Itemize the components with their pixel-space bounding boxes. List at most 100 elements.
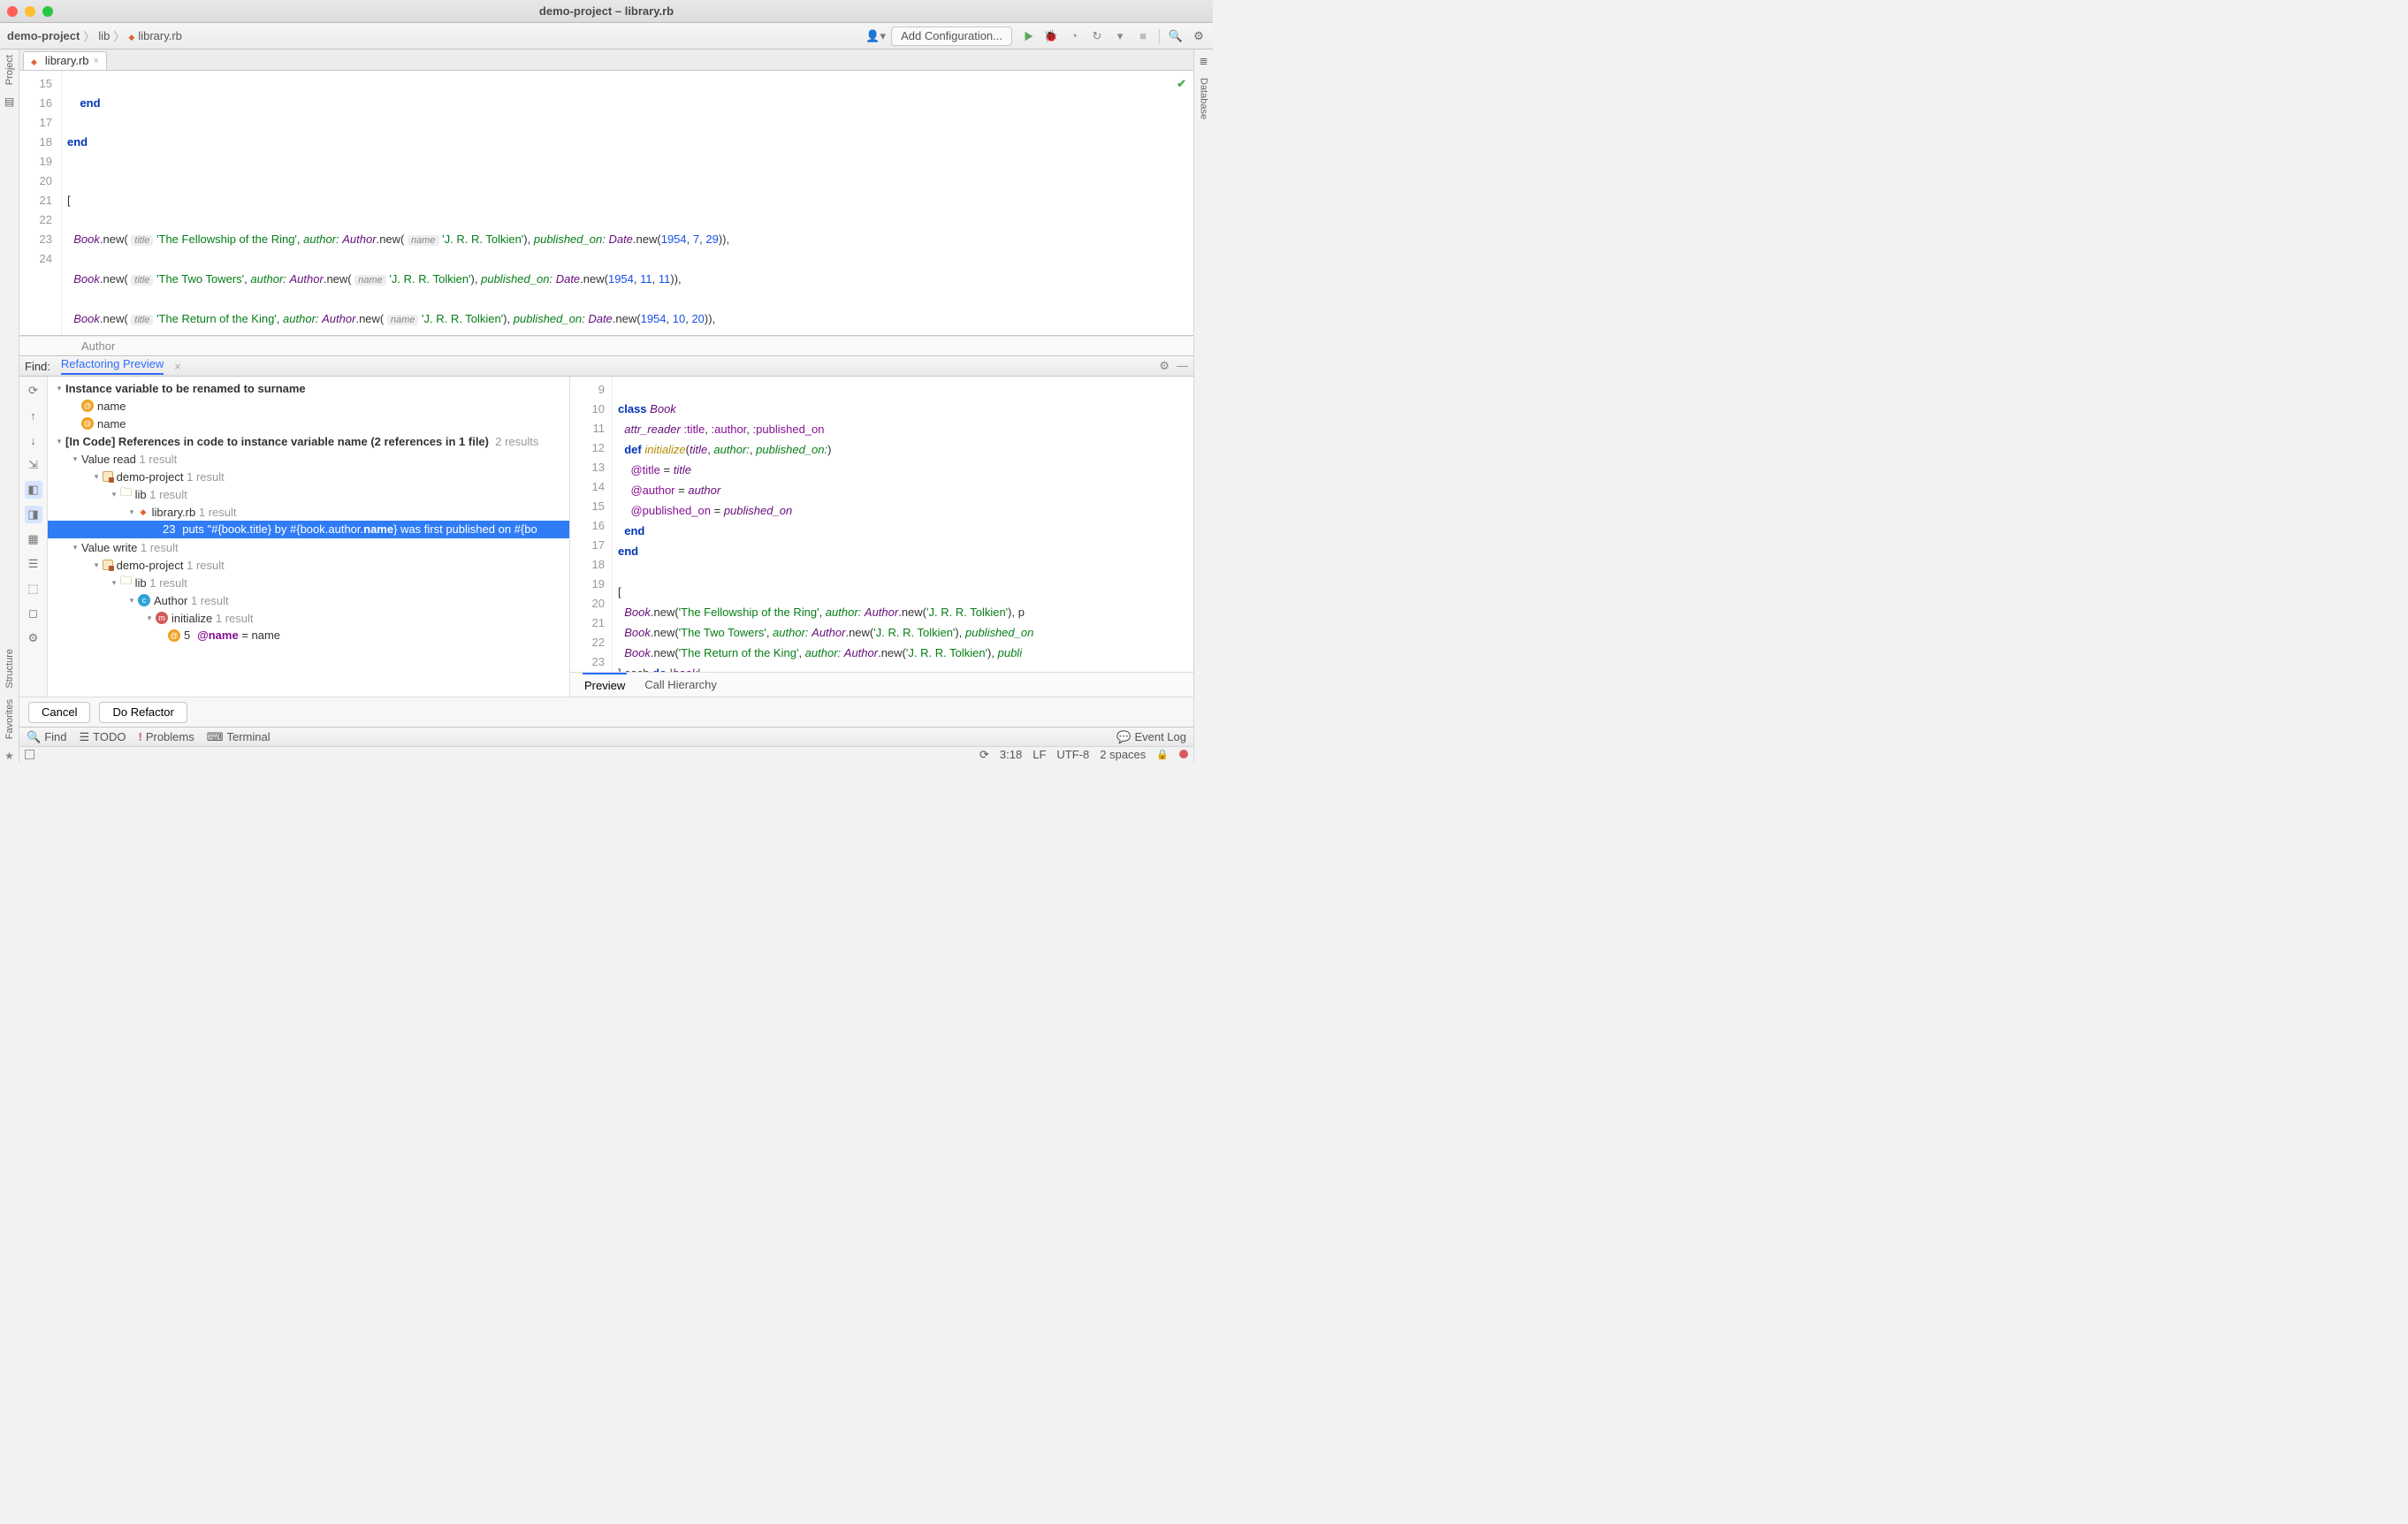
preview-tab[interactable]: Preview: [583, 673, 627, 697]
project-files-icon[interactable]: ▤: [4, 95, 14, 108]
debug-icon[interactable]: 🐞: [1044, 29, 1058, 43]
editor-gutter: 15161718192021222324: [19, 71, 62, 335]
tree-project-write[interactable]: demo-project: [117, 559, 184, 572]
favorites-tool-window-button[interactable]: Favorites: [4, 699, 15, 739]
tree-lib-write[interactable]: lib: [135, 576, 147, 590]
refactoring-preview-tab[interactable]: Refactoring Preview: [61, 357, 164, 375]
folder-icon: 🗀: [120, 484, 132, 504]
run-targets-dropdown[interactable]: ▾: [1113, 29, 1127, 43]
breadcrumb: demo-project 〉 lib 〉 library.rb: [7, 27, 182, 44]
group-by-module-icon[interactable]: ◧: [25, 481, 42, 499]
find-settings-icon[interactable]: ⚙: [1159, 359, 1170, 373]
breadcrumb-folder[interactable]: lib: [98, 29, 110, 42]
editor[interactable]: 15161718192021222324 ✔ end end [ Book.ne…: [19, 71, 1193, 336]
settings-icon[interactable]: ⚙: [1192, 29, 1206, 43]
tree-file-read[interactable]: library.rb: [152, 506, 196, 519]
usages-tree[interactable]: ▾Instance variable to be renamed to surn…: [48, 377, 569, 697]
indent-setting[interactable]: 2 spaces: [1100, 748, 1146, 761]
find-toolbar: ⟳ ↑ ↓ ⇲ ◧ ◨ ▦ ☰ ⬚ ◻ ⚙: [19, 377, 48, 697]
tree-author-class[interactable]: Author: [154, 594, 187, 607]
structure-tool-window-button[interactable]: Structure: [4, 649, 15, 689]
favorites-icon: ★: [4, 750, 14, 762]
tool-settings-icon[interactable]: ⚙: [25, 629, 42, 647]
tree-value-write[interactable]: Value write: [81, 541, 137, 554]
project-icon: [103, 471, 113, 482]
tree-lib-read[interactable]: lib: [135, 488, 147, 501]
folder-icon: 🗀: [120, 573, 132, 592]
expand-all-icon[interactable]: ⇲: [25, 456, 42, 474]
tree-initialize-method[interactable]: initialize: [171, 612, 212, 625]
ruby-file-icon: ◆: [138, 507, 149, 517]
find-panel-header: Find: Refactoring Preview × ⚙ —: [19, 355, 1193, 377]
editor-tabs: library.rb ×: [19, 50, 1193, 71]
user-switcher-icon[interactable]: 👤▾: [865, 29, 886, 43]
event-log-button[interactable]: 💬 Event Log: [1116, 730, 1186, 744]
tree-name-item-2[interactable]: name: [97, 417, 126, 431]
tree-project-read[interactable]: demo-project: [117, 470, 184, 484]
navigate-up-icon[interactable]: ↑: [25, 407, 42, 424]
filter-icon[interactable]: ☰: [25, 555, 42, 573]
sync-icon[interactable]: ⟳: [979, 748, 989, 762]
preview-code[interactable]: class Book attr_reader :title, :author, …: [613, 377, 1193, 672]
tool-window-quick-access-icon[interactable]: [25, 750, 34, 759]
inspection-ok-icon[interactable]: ✔: [1177, 74, 1186, 94]
coverage-icon[interactable]: ◔: [1067, 29, 1081, 42]
rerun-icon[interactable]: ⟳: [25, 382, 42, 400]
project-tool-window-button[interactable]: Project: [4, 55, 15, 85]
line-separator[interactable]: LF: [1033, 748, 1046, 761]
footer-bar: ⟳ 3:18 LF UTF-8 2 spaces 🔒: [19, 746, 1193, 762]
ruby-file-icon: [31, 54, 41, 67]
terminal-tool-window-button[interactable]: ⌨ Terminal: [207, 730, 271, 744]
run-icon[interactable]: [1021, 30, 1035, 42]
profiler-icon[interactable]: ↻: [1090, 29, 1104, 43]
close-window-icon[interactable]: [7, 6, 18, 17]
window-titlebar: demo-project – library.rb: [0, 0, 1213, 23]
preview-usages-icon[interactable]: ▦: [25, 530, 42, 548]
refactor-button-bar: Cancel Do Refactor: [19, 697, 1193, 727]
group-by-usage-icon[interactable]: ◨: [25, 506, 42, 523]
tree-name-item-1[interactable]: name: [97, 400, 126, 413]
minimize-window-icon[interactable]: [25, 6, 35, 17]
close-preview-tab-icon[interactable]: ×: [174, 360, 181, 373]
left-tool-strip: Project ▤ Structure Favorites ★: [0, 50, 19, 762]
cancel-button[interactable]: Cancel: [28, 702, 90, 723]
tree-code-refs-root[interactable]: [In Code] References in code to instance…: [65, 435, 489, 448]
breadcrumb-file[interactable]: library.rb: [128, 29, 182, 42]
tree-selected-usage[interactable]: 23 puts "#{book.title} by #{book.author.…: [48, 521, 569, 538]
search-everywhere-icon[interactable]: 🔍: [1169, 29, 1183, 43]
preview-tabs: Preview Call Hierarchy: [570, 672, 1193, 697]
pin-icon[interactable]: ◻: [25, 605, 42, 622]
main-toolbar: demo-project 〉 lib 〉 library.rb 👤▾ Add C…: [0, 23, 1213, 50]
find-tool-window-button[interactable]: 🔍 Find: [27, 730, 66, 744]
editor-breadcrumb[interactable]: Author: [19, 336, 1193, 355]
run-configuration-dropdown[interactable]: Add Configuration...: [891, 27, 1012, 46]
preview-pane: 9101112131415161718192021222324 class Bo…: [569, 377, 1193, 697]
error-indicator-icon[interactable]: [1179, 748, 1188, 761]
right-tool-strip: ≣ Database: [1193, 50, 1213, 762]
close-tab-icon[interactable]: ×: [94, 56, 99, 66]
tree-value-read[interactable]: Value read: [81, 453, 136, 466]
caret-position[interactable]: 3:18: [1000, 748, 1022, 761]
find-minimize-icon[interactable]: —: [1177, 359, 1188, 373]
file-encoding[interactable]: UTF-8: [1056, 748, 1089, 761]
stop-icon[interactable]: ■: [1136, 29, 1150, 42]
find-label: Find:: [25, 360, 50, 373]
do-refactor-button[interactable]: Do Refactor: [99, 702, 187, 723]
editor-tab-library-rb[interactable]: library.rb ×: [23, 51, 107, 70]
export-icon[interactable]: ⬚: [25, 580, 42, 598]
project-icon: [103, 560, 113, 570]
zoom-window-icon[interactable]: [42, 6, 53, 17]
database-tool-window-button[interactable]: Database: [1199, 78, 1209, 119]
problems-tool-window-button[interactable]: ! Problems: [138, 730, 194, 743]
editor-code[interactable]: ✔ end end [ Book.new( title 'The Fellows…: [62, 71, 1193, 335]
todo-tool-window-button[interactable]: ☰ TODO: [79, 730, 126, 744]
tree-rename-root[interactable]: Instance variable to be renamed to surna…: [65, 382, 306, 395]
readonly-lock-icon[interactable]: 🔒: [1156, 749, 1169, 760]
breadcrumb-project[interactable]: demo-project: [7, 29, 80, 42]
navigate-down-icon[interactable]: ↓: [25, 431, 42, 449]
preview-gutter: 9101112131415161718192021222324: [570, 377, 613, 672]
database-icon[interactable]: ≣: [1199, 55, 1208, 67]
tree-write-usage[interactable]: 5 @name = name: [184, 629, 280, 643]
call-hierarchy-tab[interactable]: Call Hierarchy: [643, 674, 719, 696]
window-title: demo-project – library.rb: [0, 4, 1213, 18]
